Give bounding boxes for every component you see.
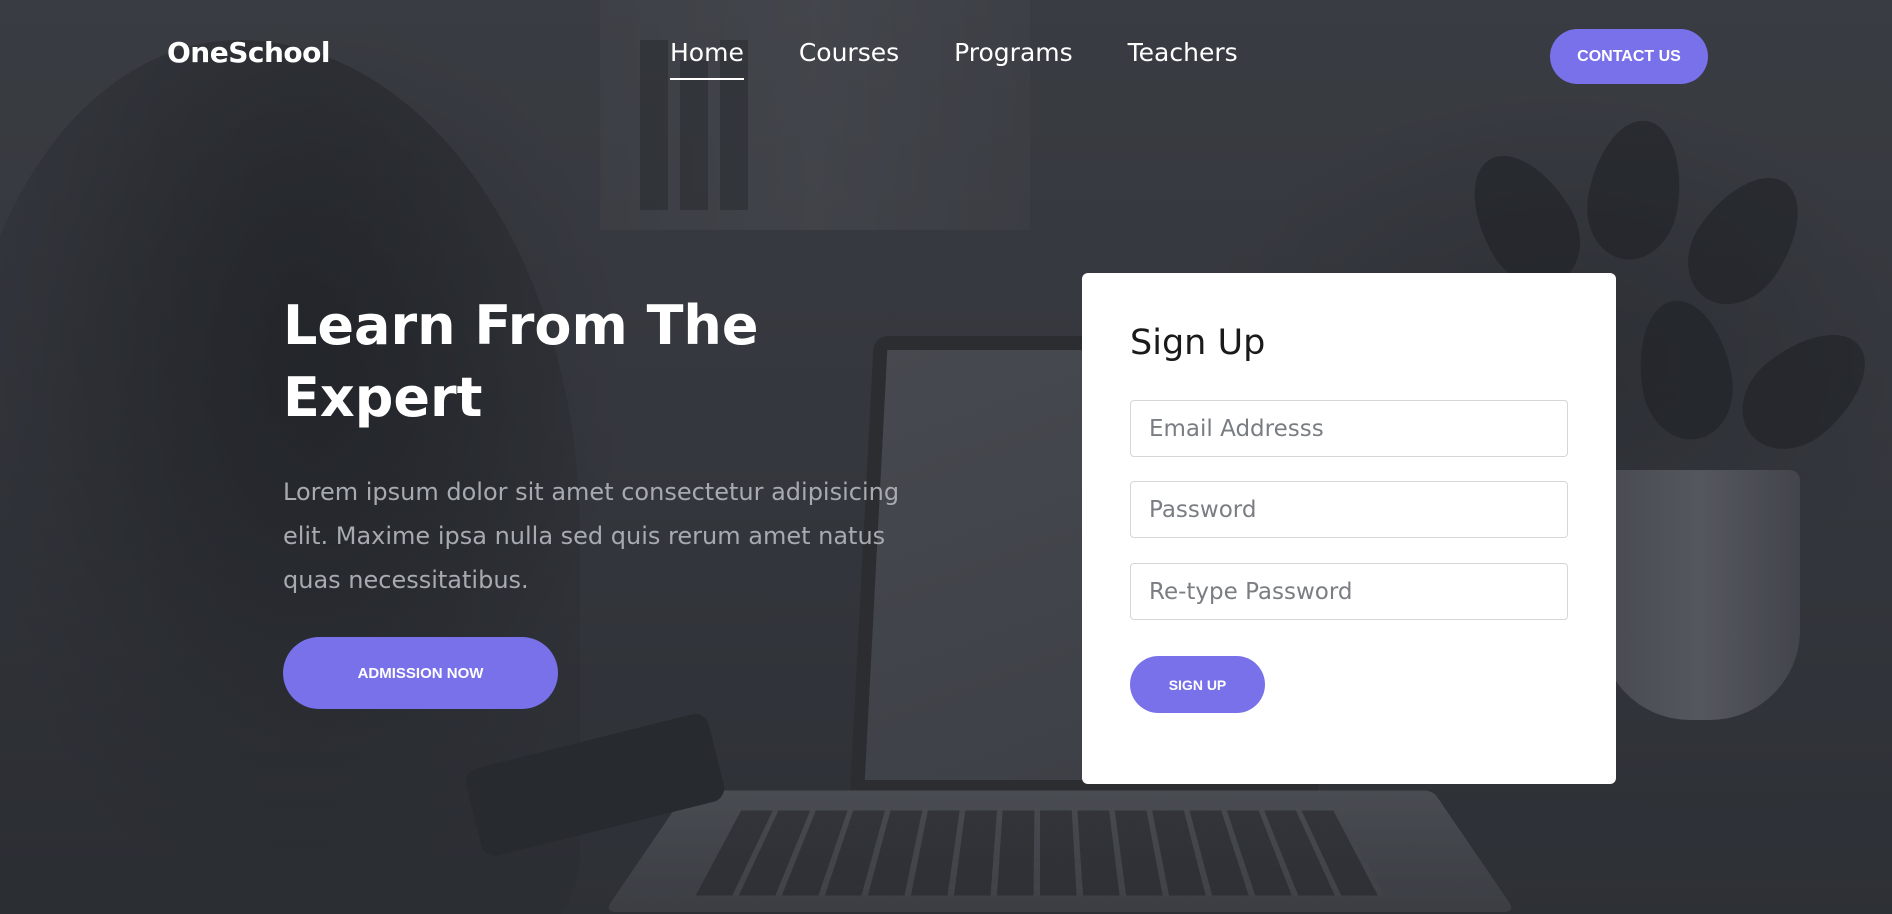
retype-password-input[interactable] [1130, 563, 1568, 620]
password-input[interactable] [1130, 481, 1568, 538]
hero-description: Lorem ipsum dolor sit amet consectetur a… [283, 478, 900, 594]
signup-button[interactable]: SIGN UP [1130, 656, 1265, 713]
nav-link-courses[interactable]: Courses [799, 38, 899, 80]
admission-now-button[interactable]: ADMISSION NOW [283, 637, 558, 709]
nav-link-teachers[interactable]: Teachers [1128, 38, 1238, 80]
hero-title: Learn From The Expert [283, 294, 759, 429]
main-nav: Home Courses Programs Teachers [670, 38, 1238, 80]
signup-title: Sign Up [1130, 323, 1266, 363]
nav-link-programs[interactable]: Programs [954, 38, 1073, 80]
nav-link-home[interactable]: Home [670, 38, 744, 80]
contact-us-button[interactable]: CONTACT US [1550, 29, 1708, 84]
email-input[interactable] [1130, 400, 1568, 457]
site-header: OneSchool Home Courses Programs Teachers… [0, 0, 1892, 110]
signup-card: Sign Up SIGN UP [1082, 273, 1616, 784]
site-logo[interactable]: OneSchool [167, 36, 331, 69]
